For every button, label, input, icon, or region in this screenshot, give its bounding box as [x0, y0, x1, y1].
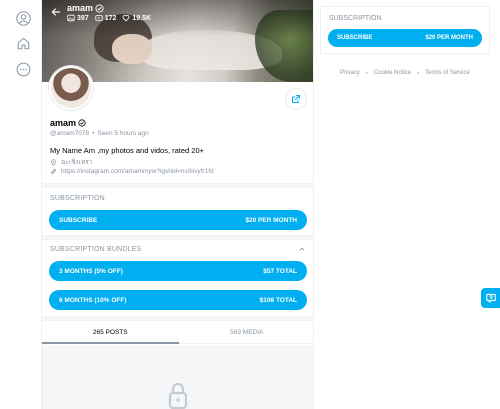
- likes-count: 19.5K: [132, 14, 152, 22]
- lock-icon: [168, 382, 188, 409]
- left-nav: [0, 0, 41, 409]
- help-question-icon: [485, 293, 496, 303]
- profile-link[interactable]: https://instagram.com/amammyw?igshid=ns0…: [50, 168, 214, 175]
- subscribe-price: $20 per month: [245, 216, 297, 224]
- chevron-up-icon[interactable]: [298, 245, 306, 253]
- video-icon: [95, 15, 103, 21]
- cover-name: amam: [67, 3, 104, 13]
- subscription-title: SUBSCRIPTION: [50, 195, 105, 202]
- profile-handle: @amam7078: [50, 130, 90, 137]
- videos-count: 172: [104, 14, 117, 22]
- profile-name-text: amam: [50, 118, 77, 128]
- videos-stat: 172: [95, 14, 117, 22]
- profile-name: amam: [50, 118, 86, 128]
- verified-icon: [78, 119, 86, 127]
- avatar[interactable]: [49, 66, 93, 110]
- sidebar-subscription-title: SUBSCRIPTION: [329, 15, 382, 22]
- verified-icon: [95, 3, 104, 13]
- bundle-6-months-button[interactable]: 6 MONTHS (10% off) $108 total: [49, 290, 307, 310]
- subscription-card: SUBSCRIPTION SUBSCRIBE $20 per month: [320, 6, 490, 54]
- subscribe-button[interactable]: SUBSCRIBE $20 per month: [49, 210, 307, 230]
- tab-posts[interactable]: 265 POSTS: [42, 322, 179, 344]
- bundle-price: $108 total: [259, 296, 297, 304]
- heart-icon: [122, 15, 130, 22]
- bundle-label: 6 MONTHS (10% off): [59, 296, 127, 304]
- locked-content-area: [42, 345, 313, 409]
- sidebar-subscribe-label: SUBSCRIBE: [337, 35, 373, 41]
- subscribe-label: SUBSCRIBE: [59, 216, 98, 224]
- bundles-title: SUBSCRIPTION BUNDLES: [50, 246, 142, 253]
- tab-posts-label: 265 POSTS: [92, 329, 128, 336]
- divider: [42, 235, 313, 240]
- share-icon: [292, 95, 300, 103]
- footer-dot: [365, 72, 368, 74]
- bundle-price: $57 total: [263, 267, 297, 275]
- divider: [42, 183, 313, 188]
- cookie-notice-link[interactable]: Cookie Notice: [374, 70, 411, 76]
- footer-dot: [417, 72, 420, 74]
- tab-media[interactable]: 569 MEDIA: [179, 322, 314, 343]
- bundle-3-months-button[interactable]: 3 MONTHS (5% off) $57 total: [49, 261, 307, 281]
- profile-link-text[interactable]: https://instagram.com/amammyw?igshid=ns0…: [61, 168, 214, 175]
- photo-icon: [67, 14, 75, 22]
- bundle-label: 3 MONTHS (5% off): [59, 267, 123, 275]
- profile-bio: My Name Am ,my photos and vidos, rated 2…: [50, 146, 205, 155]
- sidebar-subscribe-button[interactable]: SUBSCRIBE $20 per month: [328, 29, 482, 47]
- sidebar-subscribe-price: $20 per month: [425, 35, 473, 41]
- location-text: ฉะเชิงเทรา: [61, 159, 93, 166]
- tab-media-label: 569 MEDIA: [230, 329, 264, 336]
- profile-location: ฉะเชิงเทรา: [50, 157, 92, 167]
- meta-separator: •: [92, 130, 95, 137]
- privacy-link[interactable]: Privacy: [340, 70, 360, 76]
- content-tabs: 265 POSTS 569 MEDIA: [42, 322, 314, 344]
- cover-stats: 397 172 19.5K: [67, 14, 151, 22]
- profile-meta: @amam7078 • Seen 5 hours ago: [50, 130, 149, 137]
- help-button[interactable]: [481, 288, 500, 308]
- profile-column: amam 397 172 19.5K amam @amam7078 • Seen…: [41, 0, 314, 409]
- user-avatar-icon[interactable]: [16, 11, 31, 26]
- terms-link[interactable]: Terms of Service: [425, 70, 470, 76]
- back-arrow-icon[interactable]: [50, 6, 62, 18]
- share-button[interactable]: [285, 88, 307, 110]
- link-icon: [50, 168, 57, 175]
- more-icon[interactable]: [16, 62, 31, 77]
- photos-stat: 397: [67, 14, 89, 22]
- location-pin-icon: [50, 158, 57, 166]
- home-icon[interactable]: [16, 36, 31, 51]
- photos-count: 397: [77, 14, 89, 22]
- footer-links: Privacy Cookie Notice Terms of Service: [320, 70, 490, 76]
- likes-stat: 19.5K: [122, 14, 151, 22]
- last-seen: Seen 5 hours ago: [97, 130, 149, 137]
- divider: [42, 316, 313, 321]
- cover-name-text: amam: [67, 3, 94, 13]
